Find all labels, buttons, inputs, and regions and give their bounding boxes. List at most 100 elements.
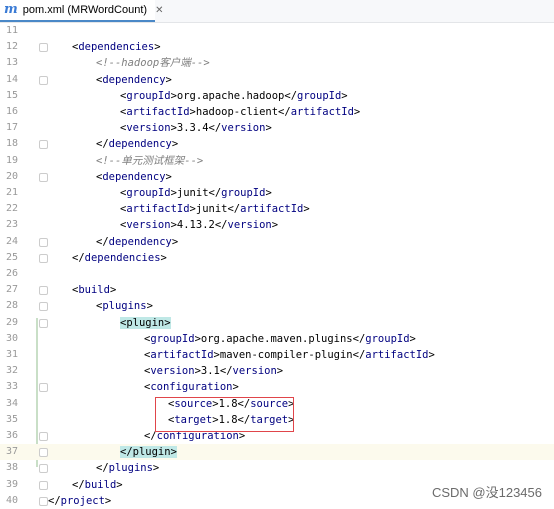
xml-text: > <box>165 73 172 86</box>
code-line[interactable]: 18 </dependency> <box>0 136 554 152</box>
xml-comment: <!--单元测试框架--> <box>96 154 204 167</box>
code-editor[interactable]: 11 12 <dependencies> 13 <!--hadoop客户端--> 14 <d… <box>0 23 554 507</box>
code-line[interactable]: 17 <version>3.3.4</version> <box>0 120 554 136</box>
line-number: 20 <box>5 170 18 182</box>
code-line[interactable]: 23 <version>4.13.2</version> <box>0 217 554 233</box>
fold-marker-icon[interactable] <box>39 43 48 53</box>
fold-marker-icon[interactable] <box>39 237 48 247</box>
xml-text: > <box>232 381 239 394</box>
fold-marker-icon[interactable] <box>39 140 48 150</box>
xml-tag-name: version <box>221 122 266 135</box>
close-icon[interactable]: ✕ <box>155 5 163 16</box>
code-text: <dependency> <box>96 72 172 88</box>
code-text: </dependency> <box>96 234 178 250</box>
code-line[interactable]: 31 <artifactId>maven-compiler-plugin</art… <box>0 347 554 363</box>
xml-tag-name: project <box>60 494 105 507</box>
fold-marker-icon[interactable] <box>39 432 48 441</box>
xml-text: </ <box>96 462 109 475</box>
watermark: CSDN @没123456 <box>431 485 542 500</box>
line-number: 26 <box>5 268 18 279</box>
line-number: 14 <box>5 73 18 85</box>
xml-tag-name: artifactId <box>150 349 214 361</box>
code-text: <!--hadoop客户端--> <box>96 55 210 71</box>
xml-tag-name: build <box>78 284 110 297</box>
xml-tag-name: artifactId <box>365 349 429 361</box>
xml-tag-name: artifactId <box>126 106 190 118</box>
fold-marker-icon[interactable] <box>39 172 48 182</box>
code-line[interactable]: 16 <artifactId>hadoop-client</artifactId> <box>0 104 554 120</box>
code-line[interactable]: 30 <groupId>org.apache.maven.plugins</gro… <box>0 331 554 347</box>
xml-text: >junit</ <box>189 203 241 216</box>
code-line[interactable]: 15 <groupId>org.apache.hadoop</groupId> <box>0 88 554 104</box>
xml-text: >4.13.2</ <box>170 219 228 232</box>
xml-tag-name: groupId <box>297 89 342 102</box>
line-number: 37 <box>5 446 18 458</box>
code-text: </plugin> <box>120 444 177 460</box>
code-text: <groupId>org.apache.hadoop</groupId> <box>120 88 348 104</box>
fold-marker-icon[interactable] <box>39 480 48 490</box>
code-text: <plugins> <box>96 298 153 314</box>
xml-text: >junit</ <box>170 187 222 199</box>
maven-pom-file-icon: m <box>4 2 18 17</box>
line-number: 36 <box>5 430 18 441</box>
code-line[interactable]: 24 </dependency> <box>0 234 554 250</box>
code-line[interactable]: 11 <box>0 23 554 39</box>
xml-text: </ <box>72 251 85 264</box>
code-line[interactable]: 12 <dependencies> <box>0 39 554 55</box>
line-number: 40 <box>5 494 18 506</box>
annotation-highlight-box <box>155 397 294 432</box>
code-line[interactable]: 27 <build> <box>0 282 554 298</box>
line-number: 33 <box>5 381 18 393</box>
line-number: 22 <box>5 203 18 215</box>
code-line[interactable]: 32 <version>3.1</version> <box>0 363 554 379</box>
code-text: </project> <box>48 493 111 509</box>
code-line[interactable]: 37 </plugin> <box>0 444 554 461</box>
code-line[interactable]: 38 </plugins> <box>0 460 554 476</box>
xml-text: > <box>271 219 279 232</box>
line-number: 29 <box>5 316 18 328</box>
code-text: </plugins> <box>96 460 159 476</box>
line-number: 31 <box>5 349 18 360</box>
code-line[interactable]: 26 <box>0 266 554 282</box>
fold-marker-icon[interactable] <box>39 496 48 506</box>
code-line[interactable]: 13 <!--hadoop客户端--> <box>0 55 554 71</box>
xml-text: > <box>171 138 179 151</box>
code-line[interactable]: 28 <plugins> <box>0 298 554 314</box>
xml-text: > <box>409 332 416 345</box>
fold-marker-icon[interactable] <box>39 448 48 458</box>
xml-tag-name: groupId <box>126 89 171 102</box>
code-line[interactable]: 20 <dependency> <box>0 169 554 185</box>
line-number: 11 <box>5 25 18 36</box>
code-line[interactable]: 21 <groupId>junit</groupId> <box>0 185 554 201</box>
fold-marker-icon[interactable] <box>39 318 48 328</box>
fold-marker-icon[interactable] <box>39 383 48 393</box>
xml-tag-name: groupId <box>365 332 410 345</box>
xml-comment: <!--hadoop客户端--> <box>96 57 210 70</box>
xml-text: > <box>428 349 435 361</box>
xml-text: > <box>276 365 284 378</box>
line-number: 16 <box>5 106 18 117</box>
tab-pom-xml[interactable]: m pom.xml (MRWordCount) ✕ <box>0 0 163 22</box>
xml-text: >org.apache.hadoop</ <box>170 89 298 102</box>
fold-marker-icon[interactable] <box>39 253 48 263</box>
code-text: <version>3.3.4</version> <box>120 120 272 136</box>
xml-text: </ <box>48 494 61 507</box>
code-line[interactable]: 19 <!--单元测试框架--> <box>0 153 554 169</box>
xml-tag-name: dependency <box>108 138 172 151</box>
code-line[interactable]: 22 <artifactId>junit</artifactId> <box>0 201 554 217</box>
line-number: 34 <box>5 397 18 409</box>
tab-label: pom.xml (MRWordCount) <box>22 4 148 16</box>
fold-marker-icon[interactable] <box>39 302 48 312</box>
code-line[interactable]: 14 <dependency> <box>0 72 554 88</box>
xml-tag-name: groupId <box>126 187 171 199</box>
fold-marker-icon[interactable] <box>39 464 48 474</box>
code-line[interactable]: 29 <plugin> <box>0 315 554 331</box>
line-number: 25 <box>5 251 18 263</box>
matched-tag: <plugin> <box>120 316 171 329</box>
xml-tag-name: dependencies <box>84 251 161 264</box>
fold-marker-icon[interactable] <box>39 286 48 296</box>
fold-marker-icon[interactable] <box>39 75 48 85</box>
code-line[interactable]: 33 <configuration> <box>0 379 554 395</box>
code-line[interactable]: 25 </dependencies> <box>0 250 554 266</box>
xml-tag-name: groupId <box>221 187 266 199</box>
